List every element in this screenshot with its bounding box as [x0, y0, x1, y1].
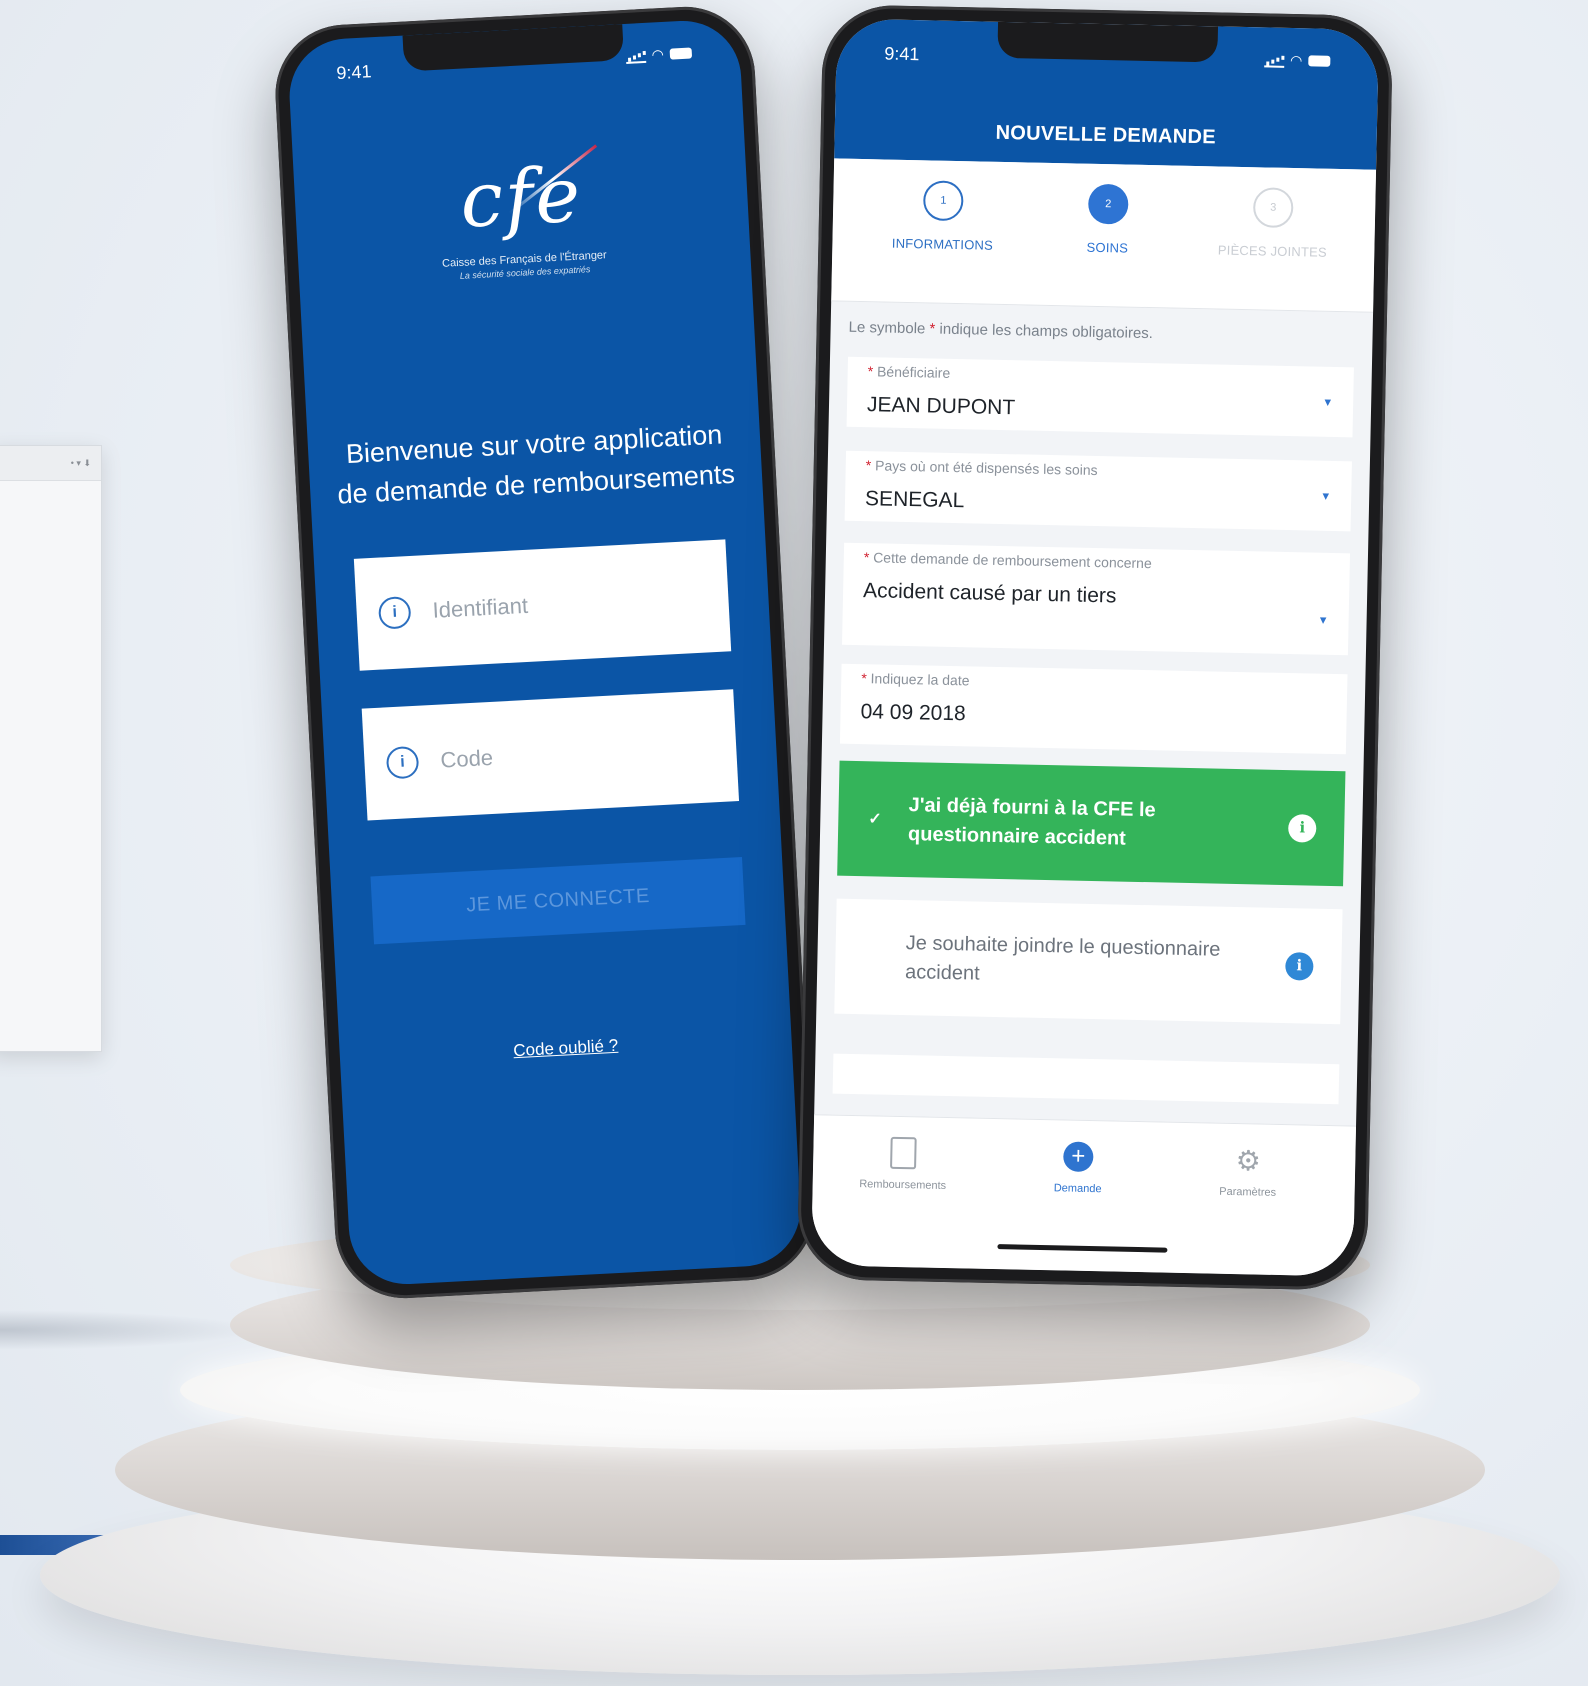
code-placeholder: Code	[439, 744, 494, 773]
wifi-icon: ◠	[1289, 51, 1303, 69]
signal-icon	[625, 48, 647, 64]
battery-icon	[1308, 55, 1331, 67]
hint-before: Le symbole	[848, 318, 930, 338]
next-field-card	[832, 1053, 1340, 1105]
connect-button[interactable]: JE ME CONNECTE	[370, 856, 746, 945]
stepper: 1 INFORMATIONS 2 SOINS 3 PIÈCES JOINTES	[831, 158, 1377, 313]
info-icon: i	[377, 595, 412, 630]
chevron-down-icon: ▼	[1317, 614, 1329, 627]
field-label-text: Indiquez la date	[870, 670, 970, 689]
phone-form: NOUVELLE DEMANDE 9:41 ◠ 1 INFORMATIONS 2…	[796, 4, 1394, 1291]
step-label: INFORMATIONS	[891, 235, 994, 253]
required-star: *	[863, 549, 870, 566]
forgot-code-link[interactable]: Code oublié ?	[340, 1027, 792, 1071]
option-label: J'ai déjà fourni à la CFE le questionnai…	[907, 793, 1156, 850]
required-star: *	[867, 363, 874, 380]
info-icon[interactable]: i	[1285, 951, 1314, 981]
pays-select[interactable]: * Pays où ont été dispensés les soins SE…	[844, 450, 1352, 532]
wifi-icon: ◠	[651, 45, 665, 63]
field-label: * Cette demande de remboursement concern…	[864, 543, 1330, 575]
status-icons: ◠	[1263, 51, 1331, 69]
identifiant-field[interactable]: i Identifiant	[353, 539, 732, 671]
step-label: PIÈCES JOINTES	[1217, 242, 1327, 260]
signal-icon	[1263, 52, 1285, 68]
background-browser-window: • ▾ ⬇	[0, 445, 102, 1052]
phone-login: 9:41 ◠ cfe Caisse des Français de l'Étra…	[271, 3, 819, 1302]
logo-mark: cfe	[458, 149, 585, 245]
field-label: * Bénéficiaire	[868, 357, 1334, 389]
field-label-text: Cette demande de remboursement concerne	[873, 549, 1152, 572]
field-value: Accident causé par un tiers	[862, 579, 1117, 608]
login-screen: 9:41 ◠ cfe Caisse des Français de l'Étra…	[286, 18, 804, 1287]
form-screen: NOUVELLE DEMANDE 9:41 ◠ 1 INFORMATIONS 2…	[811, 18, 1379, 1277]
step-number: 2	[1087, 183, 1129, 225]
required-star: *	[861, 670, 867, 687]
field-value: 04 09 2018	[860, 700, 966, 726]
cfe-logo: cfe Caisse des Français de l'Étranger La…	[437, 144, 608, 281]
tab-bar: Remboursements + Demande ⚙ Paramètres	[811, 1114, 1357, 1277]
info-icon[interactable]: i	[1287, 813, 1317, 843]
step-soins[interactable]: 2 SOINS	[1022, 182, 1193, 257]
check-icon: ✓	[868, 810, 882, 828]
battery-icon	[669, 47, 693, 60]
page-title: NOUVELLE DEMANDE	[995, 121, 1217, 149]
chevron-down-icon: ▼	[1320, 490, 1332, 503]
field-value: JEAN DUPONT	[866, 393, 1016, 420]
browser-toolbar: • ▾ ⬇	[0, 446, 101, 481]
tab-demande[interactable]: + Demande	[998, 1137, 1159, 1196]
document-icon	[890, 1136, 917, 1170]
code-field[interactable]: i Code	[361, 689, 740, 821]
browser-toolbar-icons: • ▾ ⬇	[70, 458, 91, 468]
home-indicator	[997, 1244, 1168, 1253]
field-label-text: Pays où ont été dispensés les soins	[874, 457, 1098, 479]
option-questionnaire-fourni[interactable]: ✓ J'ai déjà fourni à la CFE le questionn…	[837, 760, 1346, 887]
status-icons: ◠	[625, 45, 693, 65]
field-label-text: Bénéficiaire	[876, 363, 951, 381]
tab-label: Remboursements	[859, 1178, 947, 1192]
plus-circle-icon: +	[1063, 1141, 1094, 1173]
hint-after: indique les champs obligatoires.	[935, 320, 1154, 343]
info-icon: i	[385, 745, 420, 780]
status-time: 9:41	[335, 61, 372, 84]
field-label: * Indiquez la date	[861, 664, 1327, 696]
field-value: SENEGAL	[864, 487, 965, 513]
tab-parametres[interactable]: ⚙ Paramètres	[1168, 1141, 1329, 1200]
option-joindre-questionnaire[interactable]: Je souhaite joindre le questionnaire acc…	[834, 898, 1343, 1025]
step-informations[interactable]: 1 INFORMATIONS	[857, 179, 1028, 254]
field-label: * Pays où ont été dispensés les soins	[866, 451, 1332, 483]
step-number: 1	[922, 180, 964, 222]
step-number: 3	[1252, 187, 1294, 229]
status-time: 9:41	[884, 43, 920, 65]
tab-label: Paramètres	[1219, 1185, 1277, 1199]
gear-icon: ⚙	[1235, 1144, 1262, 1177]
tab-remboursements[interactable]: Remboursements	[823, 1133, 984, 1192]
background-shadow	[0, 1310, 260, 1350]
concerne-select[interactable]: * Cette demande de remboursement concern…	[842, 542, 1351, 656]
required-hint: Le symbole * indique les champs obligato…	[848, 319, 1153, 342]
welcome-text: Bienvenue sur votre application de deman…	[336, 419, 736, 510]
date-field[interactable]: * Indiquez la date 04 09 2018	[839, 663, 1348, 755]
chevron-down-icon: ▼	[1322, 396, 1334, 409]
step-pieces-jointes[interactable]: 3 PIÈCES JOINTES	[1187, 186, 1358, 261]
tab-label: Demande	[1053, 1182, 1102, 1196]
identifiant-placeholder: Identifiant	[431, 592, 529, 623]
beneficiaire-select[interactable]: * Bénéficiaire JEAN DUPONT ▼	[846, 356, 1354, 438]
option-label: Je souhaite joindre le questionnaire acc…	[904, 931, 1221, 985]
step-label: SOINS	[1086, 239, 1129, 256]
required-star: *	[865, 457, 872, 474]
